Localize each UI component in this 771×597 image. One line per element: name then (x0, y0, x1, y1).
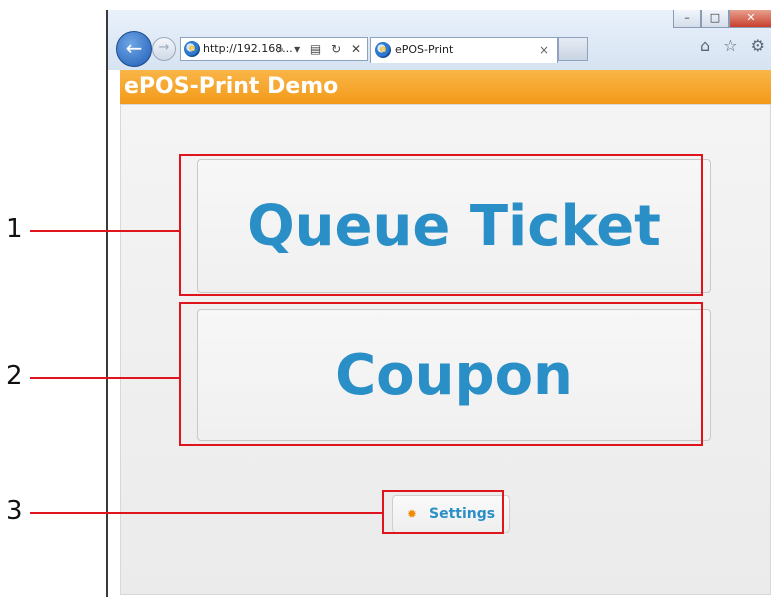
leader-line-3 (30, 512, 383, 514)
app-header: ePOS-Print Demo (120, 70, 771, 104)
highlight-box-3 (382, 490, 504, 534)
highlight-box-1 (179, 154, 703, 296)
back-arrow-icon[interactable]: ← (116, 31, 152, 67)
browser-toolbar: – □ ✕ ← → e http://192.168... ⌕ ▾ ▤ ↻ ✕ … (108, 10, 771, 70)
page-title: ePOS-Print Demo (124, 74, 339, 99)
address-tools-icon[interactable]: ⌕ ▾ ▤ ↻ ✕ (278, 38, 364, 60)
tab-epos-print[interactable]: e ePOS-Print × (370, 37, 558, 63)
callout-number-3: 3 (6, 496, 23, 526)
leader-line-2 (30, 377, 180, 379)
ie-tab-icon: e (375, 42, 391, 58)
forward-arrow-icon[interactable]: → (152, 37, 176, 61)
close-window-button[interactable]: ✕ (729, 10, 771, 28)
tab-close-icon[interactable]: × (539, 38, 549, 62)
home-favorites-tools-icon[interactable]: ⌂ ☆ ⚙ (700, 36, 769, 55)
maximize-button[interactable]: □ (701, 10, 729, 28)
address-bar[interactable]: e http://192.168... ⌕ ▾ ▤ ↻ ✕ (180, 37, 368, 61)
minimize-button[interactable]: – (673, 10, 701, 28)
window-controls: – □ ✕ (673, 10, 771, 28)
new-tab-button[interactable] (558, 37, 588, 61)
callout-number-1: 1 (6, 214, 23, 244)
callout-number-2: 2 (6, 361, 23, 391)
highlight-box-2 (179, 302, 703, 446)
ie-logo-icon: e (184, 41, 200, 57)
leader-line-1 (30, 230, 180, 232)
tab-title: ePOS-Print (395, 43, 454, 56)
